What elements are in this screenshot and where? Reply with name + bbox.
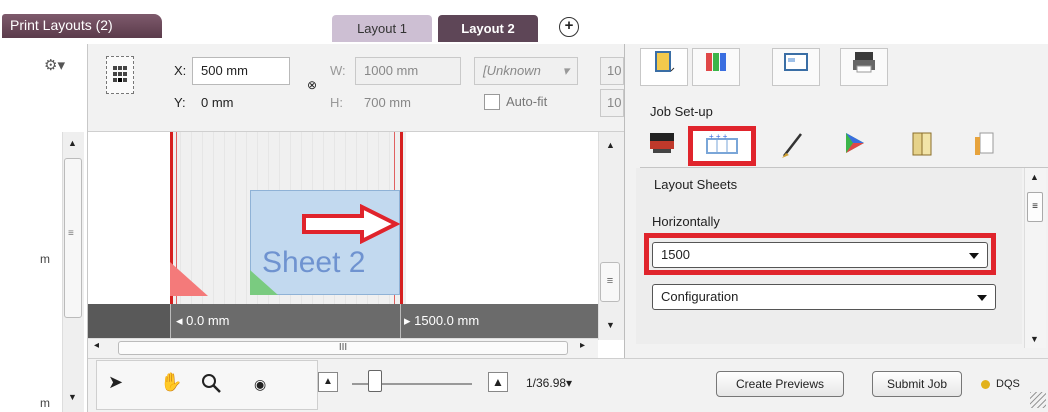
layout-sheets-icon[interactable]: + + + bbox=[688, 126, 756, 166]
panel-scroll-up-icon[interactable]: ▲ bbox=[1030, 172, 1039, 182]
chevron-down-icon bbox=[969, 253, 979, 259]
annotation-arrow-icon bbox=[300, 203, 401, 247]
width-input[interactable]: 1000 mm bbox=[355, 57, 461, 85]
scroll-right-icon[interactable]: ▸ bbox=[580, 340, 585, 351]
scaling-select-value: [Unknown bbox=[483, 63, 541, 78]
zoom-large-icon[interactable]: ▲ bbox=[488, 372, 508, 392]
autofit-checkbox[interactable] bbox=[484, 94, 500, 110]
pages-icon[interactable] bbox=[962, 130, 1006, 166]
autofit-label: Auto-fit bbox=[506, 94, 548, 109]
job-setup-label: Job Set-up bbox=[650, 104, 713, 119]
print-layouts-tab[interactable]: Print Layouts (2) bbox=[2, 14, 162, 38]
left-cut-text-2: m bbox=[40, 396, 50, 410]
eye-icon[interactable]: ◉ bbox=[254, 376, 266, 393]
height-label: H: bbox=[330, 95, 343, 110]
horizontal-select[interactable]: 1500 bbox=[652, 242, 988, 268]
x-position-input[interactable]: 500 mm bbox=[192, 57, 290, 85]
ruler-left-margin bbox=[88, 304, 170, 338]
ruler-start-text: 0.0 mm bbox=[186, 313, 230, 328]
canvas-scroll-thumb[interactable]: ≡ bbox=[600, 262, 620, 302]
printer-setup-icon[interactable] bbox=[640, 130, 684, 166]
dqs-label[interactable]: DQS bbox=[996, 378, 1020, 390]
clipped-field-2[interactable]: 10 bbox=[600, 89, 624, 117]
book-icon[interactable] bbox=[900, 130, 944, 166]
window-icon[interactable] bbox=[772, 48, 820, 86]
panel-scroll-thumb[interactable]: ≡ bbox=[1027, 192, 1043, 222]
scroll-left-icon[interactable]: ◂ bbox=[94, 340, 99, 351]
canvas-scroll-down-icon[interactable]: ▼ bbox=[606, 320, 615, 330]
left-cut-text: m bbox=[40, 252, 50, 266]
grip-icon: ≡ bbox=[68, 228, 74, 239]
canvas-scroll-up-icon[interactable]: ▲ bbox=[606, 140, 615, 150]
corner-marker-red bbox=[170, 262, 208, 296]
y-label: Y: bbox=[174, 95, 186, 110]
brush-icon[interactable] bbox=[770, 130, 814, 166]
link-icon[interactable]: ⊗ bbox=[307, 78, 317, 92]
gear-icon[interactable]: ⚙▾ bbox=[44, 56, 65, 74]
document-icon[interactable] bbox=[640, 48, 688, 86]
chevron-down-icon: ▾ bbox=[562, 63, 569, 78]
tab-layout-2[interactable]: Layout 2 bbox=[438, 15, 538, 42]
zoom-small-icon[interactable]: ▲ bbox=[318, 372, 338, 392]
zoom-ratio-text: 1/36.98 bbox=[526, 376, 567, 390]
ruler-marker-end bbox=[400, 304, 401, 338]
dqs-status-icon bbox=[981, 380, 990, 389]
magnifier-icon[interactable] bbox=[200, 372, 222, 399]
scroll-up-icon[interactable]: ▲ bbox=[68, 138, 77, 148]
configuration-select-value: Configuration bbox=[661, 289, 739, 304]
canvas-vertical-scrollbar[interactable] bbox=[598, 132, 624, 340]
horizontally-label: Horizontally bbox=[652, 214, 720, 229]
color-triangle-icon[interactable] bbox=[832, 130, 876, 166]
svg-text:+ + +: + + + bbox=[709, 132, 728, 141]
configuration-select[interactable]: Configuration bbox=[652, 284, 996, 310]
create-previews-button[interactable]: Create Previews bbox=[716, 371, 844, 397]
hand-icon[interactable]: ✋ bbox=[160, 372, 182, 393]
ruler-end-value: ▸ 1500.0 mm bbox=[404, 313, 480, 328]
add-layout-button[interactable]: + bbox=[559, 17, 579, 37]
reference-point-icon[interactable] bbox=[106, 56, 134, 94]
zoom-ratio[interactable]: 1/36.98▾ bbox=[526, 376, 572, 390]
swatch-icon[interactable] bbox=[692, 48, 740, 86]
horizontal-select-value: 1500 bbox=[661, 247, 690, 262]
sheet-label: Sheet 2 bbox=[262, 246, 366, 279]
layout-sheets-label: Layout Sheets bbox=[654, 177, 738, 192]
resize-grip-icon[interactable] bbox=[1030, 392, 1046, 408]
scaling-select[interactable]: [Unknown ▾ bbox=[474, 57, 578, 85]
tab-layout-1[interactable]: Layout 1 bbox=[332, 15, 432, 42]
media-right-edge bbox=[400, 132, 403, 304]
submit-job-button[interactable]: Submit Job bbox=[872, 371, 962, 397]
y-position-input[interactable]: 0 mm bbox=[192, 89, 290, 117]
clipped-field-1[interactable]: 10 bbox=[600, 57, 624, 85]
chevron-down-icon bbox=[977, 295, 987, 301]
zoom-slider-thumb[interactable] bbox=[368, 370, 382, 392]
height-input[interactable]: 700 mm bbox=[355, 89, 461, 117]
ruler-marker-start bbox=[170, 304, 171, 338]
horizontal-scroll-thumb[interactable]: III bbox=[118, 341, 568, 355]
ruler-end-text: 1500.0 mm bbox=[414, 313, 480, 328]
scroll-down-icon[interactable]: ▼ bbox=[68, 392, 77, 402]
select-arrow-icon[interactable]: ➤ bbox=[108, 372, 123, 393]
width-label: W: bbox=[330, 63, 346, 78]
x-label: X: bbox=[174, 63, 187, 78]
panel-scroll-down-icon[interactable]: ▼ bbox=[1030, 334, 1039, 344]
printer-icon[interactable] bbox=[840, 48, 888, 86]
ruler-start-value: ◂ 0.0 mm bbox=[176, 313, 230, 328]
